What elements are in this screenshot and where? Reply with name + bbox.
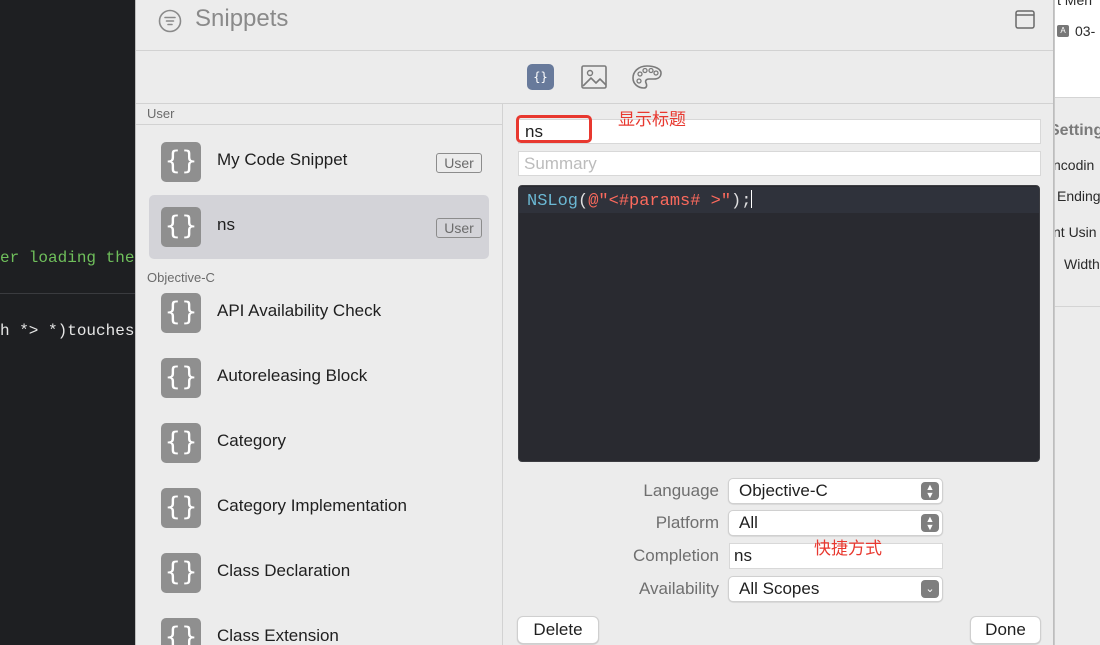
code-line: NSLog(@"<#params# >"); — [527, 190, 753, 211]
code-punct-token: ( — [578, 192, 589, 211]
snippet-code-editor[interactable]: NSLog(@"<#params# >"); — [518, 185, 1040, 462]
window-layout-icon[interactable] — [1015, 10, 1035, 29]
snippet-item-autoreleasing-block[interactable]: {} Autoreleasing Block — [149, 346, 489, 410]
background-code-editor: er loading the h *> *)touches — [0, 0, 136, 645]
delete-button[interactable]: Delete — [517, 616, 599, 644]
app-store-icon: A — [1057, 25, 1069, 37]
snippet-summary-input[interactable]: Summary — [518, 151, 1041, 176]
code-snippet-icon: {} — [161, 423, 201, 463]
snippet-type-bar: {} — [136, 51, 1053, 104]
snippet-name: Category — [217, 431, 286, 450]
inspector-section-title: Setting — [1055, 122, 1100, 139]
inspector-divider — [1055, 306, 1100, 307]
platform-popup[interactable]: All ▲ ▼ — [728, 510, 943, 536]
filter-icon[interactable] — [158, 9, 182, 33]
window-title: Snippets — [195, 5, 289, 32]
annotation-highlight-box — [516, 115, 592, 143]
inspector-row-label: Width — [1064, 256, 1100, 272]
chevron-down-icon: ⌄ — [921, 580, 939, 598]
code-snippet-icon: {} — [161, 207, 201, 247]
code-snippet-icon: {} — [161, 142, 201, 182]
title-bar: Snippets — [136, 0, 1053, 51]
snippet-item-api-availability-check[interactable]: {} API Availability Check — [149, 281, 489, 345]
snippets-window: Snippets {} User {} My Code Snippet User — [135, 0, 1054, 645]
code-snippet-icon: {} — [161, 553, 201, 593]
snippet-name: Autoreleasing Block — [217, 366, 368, 385]
background-code-line: h *> *)touches — [0, 322, 135, 340]
section-header-user: User — [147, 106, 175, 121]
snippet-item-class-extension[interactable]: {} Class Extension — [149, 606, 489, 645]
language-popup[interactable]: Objective-C ▲ ▼ — [728, 478, 943, 504]
snippet-title-input[interactable]: ns — [518, 119, 1041, 144]
snippet-library-sidebar: User {} My Code Snippet User {} ns User … — [136, 104, 503, 645]
up-down-arrows-icon: ▲ ▼ — [921, 514, 939, 532]
color-palette-icon[interactable] — [631, 63, 663, 91]
language-value: Objective-C — [739, 481, 828, 500]
availability-popup[interactable]: All Scopes ⌄ — [728, 576, 943, 602]
availability-value: All Scopes — [739, 579, 820, 598]
snippet-item-category-implementation[interactable]: {} Category Implementation — [149, 476, 489, 540]
availability-label: Availability — [638, 579, 719, 598]
completion-label: Completion — [633, 546, 719, 565]
up-down-arrows-icon: ▲ ▼ — [921, 482, 939, 500]
code-punct-token: ); — [731, 192, 752, 211]
snippet-item-category[interactable]: {} Category — [149, 411, 489, 475]
user-badge: User — [436, 218, 482, 238]
text-caret — [751, 190, 753, 208]
snippet-item-my-code-snippet[interactable]: {} My Code Snippet User — [149, 130, 489, 194]
inspector-row-label: nt Usin — [1054, 224, 1097, 240]
inspector-date: 03- — [1075, 23, 1096, 39]
background-divider — [0, 293, 136, 294]
code-snippet-tab[interactable]: {} — [527, 64, 554, 90]
inspector-header-area — [1055, 0, 1100, 98]
code-snippet-icon: {} — [161, 293, 201, 333]
snippet-name: Class Declaration — [217, 561, 351, 580]
code-snippet-icon: {} — [161, 618, 201, 645]
section-divider — [136, 124, 502, 125]
snippet-name: My Code Snippet — [217, 150, 348, 169]
inspector-row-label: ncodin — [1054, 157, 1095, 173]
code-function-token: NSLog — [527, 192, 579, 211]
done-button[interactable]: Done — [970, 616, 1041, 644]
user-badge: User — [436, 153, 482, 173]
image-media-icon[interactable] — [580, 64, 608, 90]
inspector-row-label: Ending — [1057, 188, 1100, 204]
code-snippet-icon: {} — [161, 488, 201, 528]
language-label: Language — [643, 481, 719, 500]
code-string-token: @"<#params# >" — [588, 192, 732, 211]
inspector-top-text: t Men — [1057, 0, 1093, 8]
snippet-item-ns[interactable]: {} ns User — [149, 195, 489, 259]
snippet-name: Class Extension — [217, 626, 339, 645]
platform-label: Platform — [655, 513, 719, 532]
snippet-name: ns — [217, 215, 235, 234]
title-annotation: 显示标题 — [618, 110, 686, 129]
background-code-line: er loading the — [0, 249, 135, 267]
snippet-item-class-declaration[interactable]: {} Class Declaration — [149, 541, 489, 605]
completion-annotation: 快捷方式 — [814, 539, 882, 558]
snippet-name: Category Implementation — [217, 496, 407, 515]
code-snippet-icon: {} — [161, 358, 201, 398]
background-inspector: t Men A 03- Setting ncodin Ending nt Usi… — [1054, 0, 1100, 645]
platform-value: All — [739, 513, 758, 532]
snippet-name: API Availability Check — [217, 301, 382, 320]
